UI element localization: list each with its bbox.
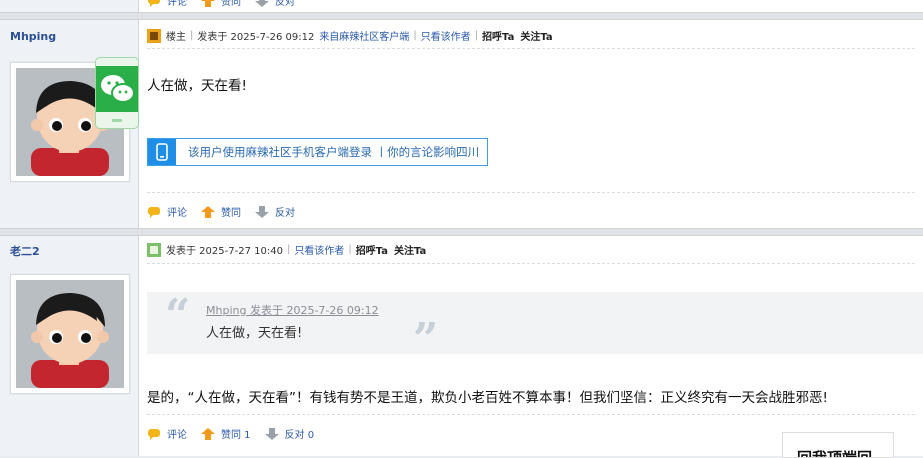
prev-post-content: 评论 赞同 反对	[139, 0, 923, 12]
oppose-label: 反对	[275, 208, 295, 219]
mobile-client-banner[interactable]: 该用户使用麻辣社区手机客户端登录 丨你的言论影响四川	[147, 138, 489, 166]
post2-sidebar: 老二2	[0, 236, 139, 456]
post-separator	[0, 12, 923, 20]
post1-content: 楼主 | 发表于 2025-7-26 09:12 来自麻辣社区客户端 | 只看该…	[139, 20, 923, 228]
comment-button[interactable]: 评论	[147, 204, 187, 219]
comment-label: 评论	[167, 208, 187, 219]
post2-username[interactable]: 老二2	[10, 243, 40, 259]
only-author-link[interactable]: 只看该作者	[294, 242, 344, 257]
like-label: 赞同	[221, 208, 241, 219]
prev-post-actions: 评论 赞同 反对	[147, 0, 309, 8]
post1-meta: 楼主 | 发表于 2025-7-26 09:12 来自麻辣社区客户端 | 只看该…	[147, 28, 553, 43]
like-button[interactable]: 赞同 1	[201, 426, 251, 441]
comment-icon	[148, 206, 160, 218]
meta-divider	[147, 263, 915, 264]
back-to-top-overlay[interactable]: 回我顶端回	[782, 432, 894, 458]
post1-actions: 评论 赞同 反对	[147, 204, 309, 219]
follow-link[interactable]: 关注Ta	[520, 28, 552, 43]
thumb-up-icon	[201, 0, 215, 7]
like-label: 赞同 1	[221, 430, 251, 441]
post-separator	[0, 228, 923, 236]
post2-meta: 发表于 2025-7-27 10:40 | 只看该作者 | 招呼Ta 关注Ta	[147, 242, 426, 257]
comment-icon	[148, 428, 160, 440]
quote-text: 人在做，天在看!	[206, 326, 303, 341]
comment-button[interactable]: 评论	[147, 426, 187, 441]
thumb-down-icon	[255, 0, 269, 7]
only-author-link[interactable]: 只看该作者	[421, 28, 471, 43]
oppose-label: 反对	[275, 0, 295, 8]
meta-divider	[147, 48, 915, 49]
post1-body: 人在做，天在看!	[147, 78, 247, 94]
post2-actions: 评论 赞同 1 反对 0	[147, 426, 328, 441]
thumb-up-icon	[201, 427, 215, 440]
prev-oppose-button[interactable]: 反对	[255, 0, 295, 8]
comment-label: 评论	[167, 0, 187, 8]
like-button[interactable]: 赞同	[201, 204, 241, 219]
prev-like-button[interactable]: 赞同	[201, 0, 241, 8]
post2-avatar[interactable]	[10, 274, 130, 394]
follow-link[interactable]: 关注Ta	[394, 242, 426, 257]
wechat-phone-badge[interactable]	[95, 57, 139, 129]
post1-username[interactable]: Mhping	[10, 30, 56, 43]
post2-body: 是的，“人在做，天在看”！有钱有势不是王道，欺负小老百姓不算本事！但我们坚信：正…	[147, 390, 828, 406]
prev-post-sidebar	[0, 0, 139, 12]
greet-link[interactable]: 招呼Ta	[356, 242, 388, 257]
client-source-link[interactable]: 来自麻辣社区客户端	[319, 28, 409, 43]
oppose-button[interactable]: 反对 0	[264, 426, 315, 441]
comment-icon	[148, 0, 160, 7]
post1-sidebar: Mhping	[0, 20, 139, 228]
actions-divider	[147, 414, 915, 415]
oppose-button[interactable]: 反对	[255, 204, 295, 219]
close-quote-icon: ”	[413, 314, 439, 365]
online-status-icon	[147, 242, 161, 257]
quote-block: “ Mhping 发表于 2025-7-26 09:12 人在做，天在看! ”	[147, 290, 923, 362]
actions-divider	[147, 192, 915, 193]
thumb-up-icon	[201, 205, 215, 218]
post-time: 发表于 2025-7-27 10:40	[166, 246, 283, 257]
post-time: 发表于 2025-7-26 09:12	[197, 32, 315, 43]
greet-link[interactable]: 招呼Ta	[482, 28, 514, 43]
post2-content: 发表于 2025-7-27 10:40 | 只看该作者 | 招呼Ta 关注Ta …	[139, 236, 923, 456]
phone-icon	[148, 139, 176, 165]
mobile-banner-text: 该用户使用麻辣社区手机客户端登录 丨你的言论影响四川	[188, 145, 480, 159]
oppose-label: 反对 0	[284, 430, 315, 441]
quote-header-link[interactable]: Mhping 发表于 2025-7-26 09:12	[206, 302, 379, 318]
comment-label: 评论	[167, 430, 187, 441]
like-label: 赞同	[221, 0, 241, 8]
floor-label: 楼主	[166, 32, 186, 43]
wechat-icon	[96, 66, 138, 122]
prev-comment-button[interactable]: 评论	[147, 0, 187, 8]
open-quote-icon: “	[165, 290, 191, 341]
thumb-down-icon	[255, 205, 269, 218]
thumb-down-icon	[264, 427, 279, 440]
avatar-image	[16, 280, 124, 388]
back-to-top-label: 回我顶端回	[797, 449, 873, 458]
floor-owner-icon	[147, 28, 161, 43]
